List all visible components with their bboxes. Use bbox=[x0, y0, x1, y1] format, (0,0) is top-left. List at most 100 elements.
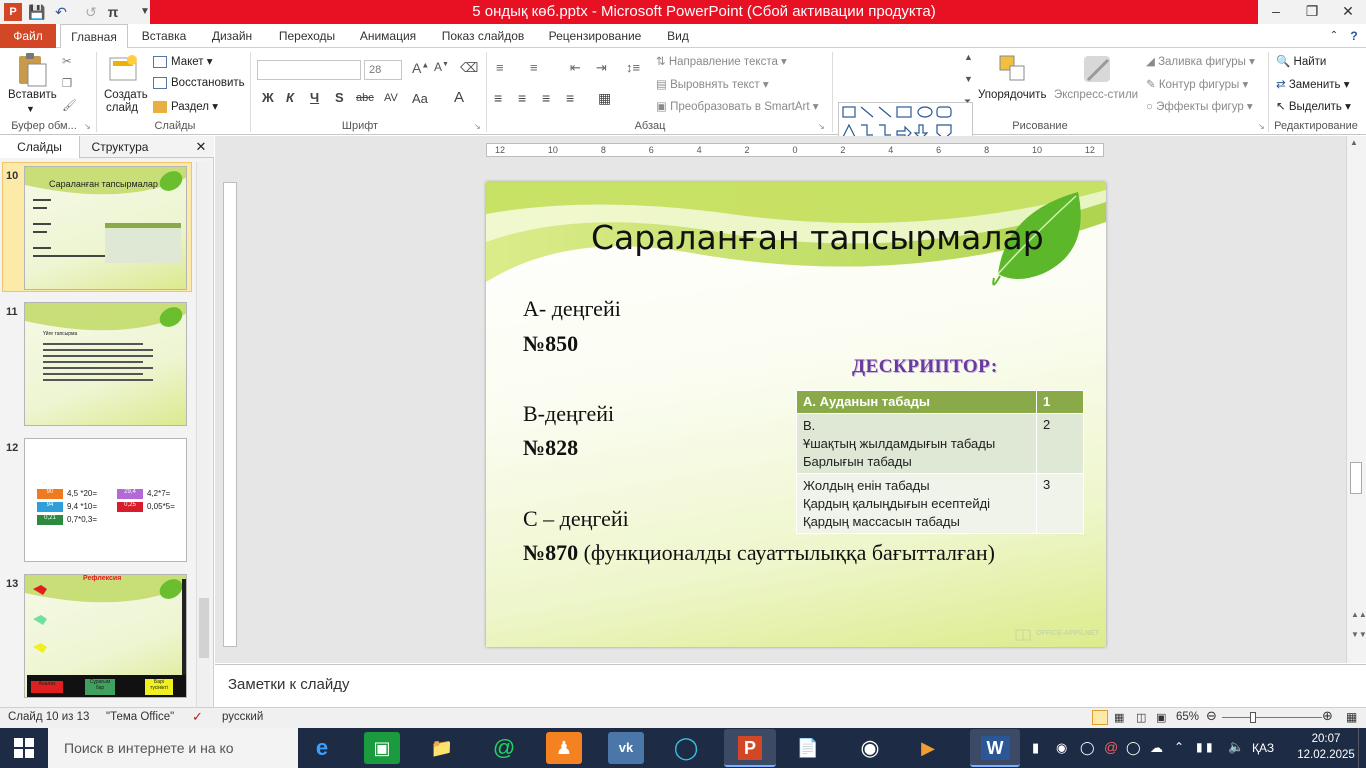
scroll-up-icon[interactable]: ▲ bbox=[1350, 138, 1358, 147]
font-launcher-icon[interactable]: ↘ bbox=[474, 122, 481, 131]
tab-outline[interactable]: Структура bbox=[80, 136, 160, 158]
editor-scroll-thumb[interactable] bbox=[1350, 462, 1362, 494]
redo-icon[interactable]: ↺ bbox=[82, 3, 100, 21]
explorer-icon[interactable]: 📁 bbox=[424, 732, 460, 764]
layout-button[interactable]: Макет ▾ bbox=[153, 54, 213, 68]
new-slide-icon[interactable] bbox=[108, 54, 140, 84]
theme-name[interactable]: "Тема Office" bbox=[106, 711, 174, 723]
tray-record-icon[interactable]: ◉ bbox=[1056, 740, 1067, 756]
documents-icon[interactable]: 📄 bbox=[790, 732, 826, 764]
normal-view-icon[interactable] bbox=[1092, 710, 1108, 725]
new-slide-button-line2[interactable]: слайд bbox=[106, 102, 138, 114]
columns-icon[interactable]: ▦ bbox=[598, 90, 611, 107]
descriptor-table[interactable]: А. Ауданын табады 1 В. Ұшақтың жылдамдығ… bbox=[796, 390, 1084, 534]
select-button[interactable]: ↖ Выделить ▾ bbox=[1276, 99, 1351, 113]
tray-glasses-icon[interactable]: ◯ bbox=[1126, 740, 1141, 756]
save-icon[interactable]: 💾 bbox=[28, 3, 46, 21]
numbering-icon[interactable]: ≡ bbox=[530, 60, 538, 75]
zoom-slider-thumb[interactable] bbox=[1250, 712, 1256, 723]
font-name-input[interactable] bbox=[257, 60, 361, 80]
table-cell[interactable]: 1 bbox=[1036, 390, 1084, 414]
shape-effects-button[interactable]: ○ Эффекты фигур ▾ bbox=[1146, 99, 1253, 113]
strikethrough-button[interactable]: abc bbox=[356, 92, 374, 104]
align-right-icon[interactable]: ≡ bbox=[542, 90, 550, 106]
tab-home[interactable]: Главная bbox=[60, 24, 128, 49]
gallery-up-icon[interactable]: ▲ bbox=[964, 52, 973, 62]
tab-insert[interactable]: Вставка bbox=[136, 24, 192, 48]
odnoklassniki-icon[interactable]: ♟ bbox=[546, 732, 582, 764]
drawing-launcher-icon[interactable]: ↘ bbox=[1258, 122, 1265, 131]
windows-start-icon[interactable] bbox=[10, 736, 38, 760]
editor-scrollbar[interactable]: ▲ ▲▲ ▼▼ bbox=[1346, 136, 1366, 663]
undo-icon[interactable]: ↶ bbox=[52, 3, 70, 21]
tray-cloud-icon[interactable]: ☁ bbox=[1150, 740, 1163, 756]
quick-styles-button[interactable]: Экспресс-стили bbox=[1054, 89, 1138, 101]
find-button[interactable]: 🔍 Найти bbox=[1276, 54, 1326, 68]
gallery-down-icon[interactable]: ▼ bbox=[964, 74, 973, 84]
show-desktop-button[interactable] bbox=[1358, 728, 1366, 768]
table-cell[interactable]: А. Ауданын табады bbox=[796, 390, 1037, 414]
bullets-icon[interactable]: ≡ bbox=[496, 60, 504, 75]
align-center-icon[interactable]: ≡ bbox=[518, 90, 526, 106]
tab-transitions[interactable]: Переходы bbox=[272, 24, 342, 48]
level-b-number[interactable]: №828 bbox=[523, 435, 578, 461]
restore-button[interactable]: ❐ bbox=[1294, 0, 1330, 24]
slide-canvas[interactable]: Сараланған тапсырмалар А- деңгейі №850 В… bbox=[486, 182, 1106, 647]
chrome-icon[interactable]: ◉ bbox=[852, 732, 888, 764]
table-cell[interactable]: Жолдың енін табады Қардың қалыңдығын есе… bbox=[796, 473, 1037, 534]
level-b-label[interactable]: В-деңгейі bbox=[523, 401, 614, 427]
underline-button[interactable]: Ч bbox=[310, 90, 319, 105]
justify-icon[interactable]: ≡ bbox=[566, 90, 574, 106]
pane-scroll-thumb[interactable] bbox=[199, 598, 209, 658]
input-language[interactable]: ҚАЗ bbox=[1252, 741, 1274, 755]
level-a-label[interactable]: А- деңгейі bbox=[523, 296, 621, 322]
help-icon[interactable]: ? bbox=[1346, 24, 1362, 48]
gallery-more-icon[interactable]: ⏷ bbox=[964, 96, 971, 107]
prev-slide-icon[interactable]: ▲▲ bbox=[1351, 610, 1366, 619]
notes-pane[interactable] bbox=[215, 664, 1366, 706]
level-c-label[interactable]: С – деңгейі bbox=[523, 506, 629, 532]
italic-button[interactable]: К bbox=[286, 90, 294, 105]
pane-close-icon[interactable]: ✕ bbox=[192, 136, 210, 158]
line-spacing-icon[interactable]: ↕≡ bbox=[626, 60, 640, 75]
tray-battery-icon[interactable]: ▮ bbox=[1196, 740, 1203, 754]
spellcheck-icon[interactable]: ✓ bbox=[192, 709, 203, 725]
char-spacing-button[interactable]: AV bbox=[384, 92, 398, 104]
arrange-button[interactable]: Упорядочить bbox=[978, 89, 1046, 101]
tab-design[interactable]: Дизайн bbox=[204, 24, 260, 48]
minimize-button[interactable]: – bbox=[1258, 0, 1294, 24]
zoom-level[interactable]: 65% bbox=[1176, 711, 1199, 723]
horizontal-ruler[interactable]: 12 10 8 6 4 2 0 2 4 6 8 10 12 bbox=[486, 143, 1104, 157]
sorter-view-icon[interactable]: ▦ bbox=[1114, 711, 1124, 724]
close-button[interactable]: ✕ bbox=[1330, 0, 1366, 24]
align-left-icon[interactable]: ≡ bbox=[494, 90, 502, 106]
cut-icon[interactable]: ✂ bbox=[62, 54, 72, 68]
tab-slides[interactable]: Слайды bbox=[0, 136, 80, 158]
descriptor-title[interactable]: ДЕСКРИПТОР: bbox=[852, 356, 998, 378]
shadow-button[interactable]: S bbox=[335, 90, 344, 105]
tab-view[interactable]: Вид bbox=[660, 24, 696, 48]
copy-icon[interactable]: ❐ bbox=[62, 76, 72, 90]
section-button[interactable]: Раздел ▾ bbox=[153, 99, 218, 113]
customize-qa-icon[interactable]: ▼ bbox=[136, 3, 154, 21]
clipboard-launcher-icon[interactable]: ↘ bbox=[84, 122, 91, 131]
slideshow-view-icon[interactable]: ▣ bbox=[1156, 711, 1166, 724]
shape-fill-button[interactable]: ◢ Заливка фигуры ▾ bbox=[1146, 54, 1255, 68]
text-direction-button[interactable]: ⇅ Направление текста ▾ bbox=[656, 54, 787, 68]
reset-button[interactable]: Восстановить bbox=[153, 77, 245, 89]
shape-outline-button[interactable]: ✎ Контур фигуры ▾ bbox=[1146, 77, 1248, 91]
tray-circle-icon[interactable]: ◯ bbox=[1080, 740, 1095, 756]
zoom-in-icon[interactable]: ⊕ bbox=[1322, 708, 1333, 724]
decrease-indent-icon[interactable]: ⇤ bbox=[570, 60, 581, 76]
tab-review[interactable]: Рецензирование bbox=[542, 24, 648, 48]
new-slide-button[interactable]: Создать bbox=[104, 89, 148, 101]
vertical-ruler[interactable] bbox=[223, 182, 237, 647]
font-size-input[interactable]: 28 bbox=[364, 60, 402, 80]
powerpoint-logo-icon[interactable]: P bbox=[4, 3, 22, 21]
tray-mail-icon[interactable]: @ bbox=[1104, 739, 1118, 755]
table-cell[interactable]: 2 bbox=[1036, 413, 1084, 474]
clear-format-icon[interactable]: ⌫ bbox=[460, 60, 478, 76]
paste-icon[interactable] bbox=[14, 52, 48, 88]
vk-icon[interactable]: vk bbox=[608, 732, 644, 764]
table-cell[interactable]: В. Ұшақтың жылдамдығын табады Барлығын т… bbox=[796, 413, 1037, 474]
